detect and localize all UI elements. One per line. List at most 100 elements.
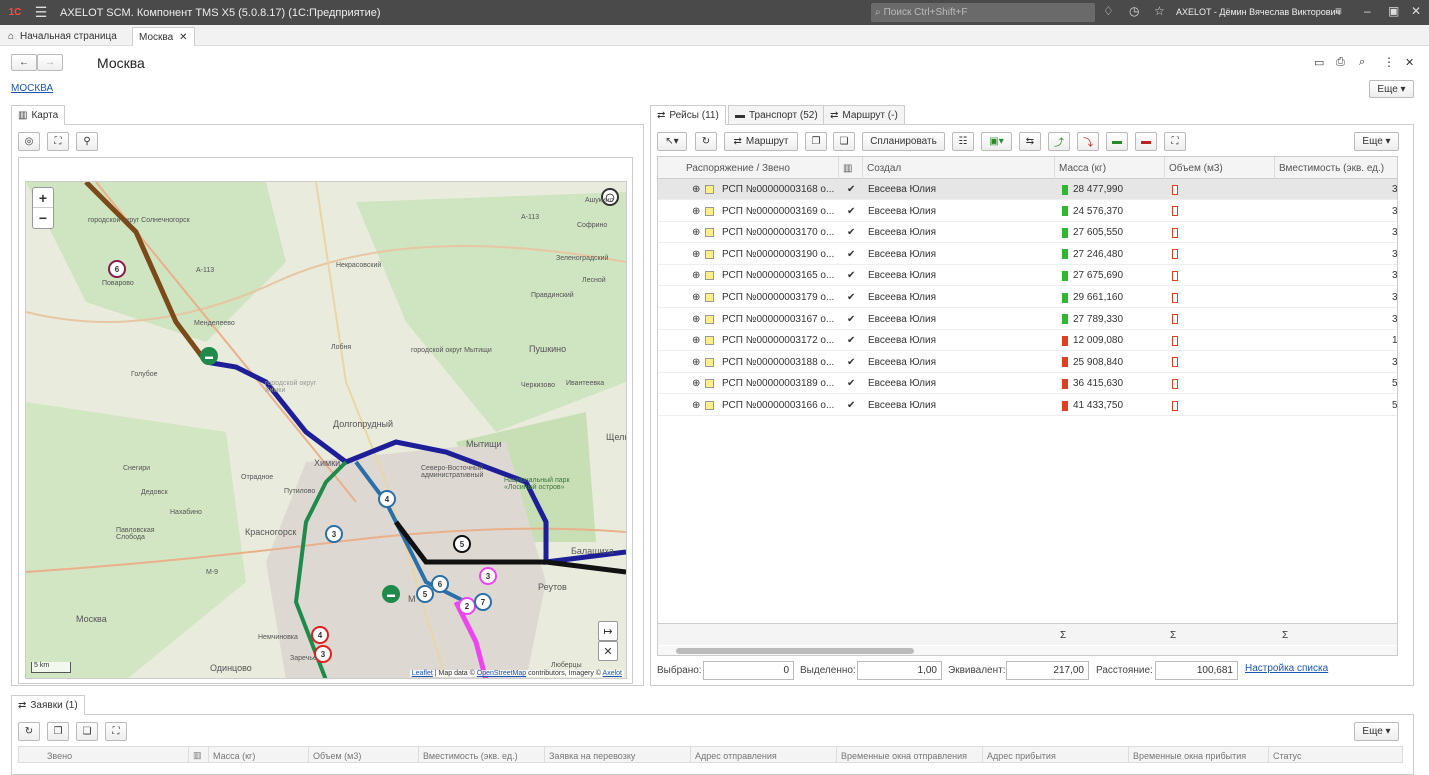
distance-field[interactable]: 100,681 [1155, 661, 1238, 680]
order-cell[interactable]: РСП №00000003172 о... [722, 330, 837, 351]
col-link[interactable]: Звено [43, 747, 189, 762]
col-req-to[interactable]: Адрес прибытия [983, 747, 1129, 762]
order-cell[interactable]: РСП №00000003168 о... [722, 179, 837, 200]
save-icon[interactable]: ▭ [1314, 56, 1324, 69]
trips-table[interactable]: Распоряжение / Звено ▥ Создал Масса (кг)… [657, 156, 1398, 656]
more-button-top[interactable]: Еще ▾ [1369, 80, 1414, 98]
table-row[interactable]: ⊕ РСП №00000003188 о... ✔ Евсеева Юлия 25 90… [658, 352, 1397, 373]
moscow-link[interactable]: МОСКВА [11, 83, 53, 94]
preview-icon[interactable]: ⌕ [1359, 56, 1365, 69]
col-req-volume[interactable]: Объем (м3) [309, 747, 419, 762]
table-row[interactable]: ⊕ РСП №00000003189 о... ✔ Евсеева Юлия 36 41… [658, 373, 1397, 395]
order-cell[interactable]: РСП №00000003167 о... [722, 309, 837, 330]
map-pin[interactable]: 4 [311, 626, 329, 644]
expand-icon[interactable]: ⊕ [692, 265, 700, 286]
order-cell[interactable]: РСП №00000003188 о... [722, 352, 837, 373]
pin-icon[interactable]: ⚲ [76, 132, 98, 151]
expand-requests-icon[interactable]: ⛶ [105, 722, 127, 741]
table-row[interactable]: ⊕ РСП №00000003172 о... ✔ Евсеева Юлия 12 00… [658, 330, 1397, 352]
col-req-mass[interactable]: Масса (кг) [209, 747, 309, 762]
map-pin[interactable]: 6 [108, 260, 126, 278]
table-row[interactable]: ⊕ РСП №00000003169 о... ✔ Евсеева Юлия 24 57… [658, 201, 1397, 222]
map-pin[interactable]: 3 [325, 525, 343, 543]
map-pin[interactable]: 5 [453, 535, 471, 553]
map-pin[interactable]: 4 [378, 490, 396, 508]
tab-route[interactable]: ⇄ Маршрут (-) [823, 105, 905, 125]
restore-icon[interactable]: ▣ [1388, 4, 1399, 18]
order-cell[interactable]: РСП №00000003165 о... [722, 265, 837, 286]
order-cell[interactable]: РСП №00000003166 о... [722, 395, 837, 416]
col-order[interactable]: Распоряжение / Звено [682, 157, 839, 179]
remove-point-icon[interactable]: ⤵ [1077, 132, 1099, 151]
expand-icon[interactable]: ⊕ [692, 244, 700, 265]
expand-icon[interactable]: ⊕ [692, 201, 700, 222]
zoom-in-button[interactable]: + [33, 188, 53, 208]
assign-truck-icon[interactable]: ▬ [1106, 132, 1128, 151]
expand-icon[interactable]: ⊕ [692, 352, 700, 373]
map-col-icon[interactable]: ▥ [189, 747, 209, 762]
print-icon[interactable]: ⎙ [1336, 56, 1345, 69]
col-mass[interactable]: Масса (кг) [1055, 157, 1165, 179]
close-icon[interactable]: ✕ [1411, 4, 1421, 18]
add-dropdown-button[interactable]: ▣▾ [981, 132, 1012, 151]
tab-trips[interactable]: ⇄ Рейсы (11) [650, 105, 726, 125]
expand-icon[interactable]: ⊕ [692, 287, 700, 308]
expand-icon[interactable]: ⊕ [692, 222, 700, 243]
col-req-status[interactable]: Статус [1269, 747, 1402, 762]
list-settings-link[interactable]: Настройка списка [1245, 663, 1328, 674]
duplicate-requests-icon[interactable]: ❏ [76, 722, 98, 741]
table-row[interactable]: ⊕ РСП №00000003167 о... ✔ Евсеева Юлия 27 78… [658, 309, 1397, 330]
global-search[interactable]: ⌕ Поиск Ctrl+Shift+F [871, 3, 1095, 22]
add-point-icon[interactable]: ⤴ [1048, 132, 1070, 151]
tab-home[interactable]: ⌂ Начальная страница [2, 27, 123, 46]
back-button[interactable]: ← [11, 54, 37, 71]
col-capacity[interactable]: Вместимость (экв. ед.) [1275, 157, 1397, 179]
table-row[interactable]: ⊕ РСП №00000003165 о... ✔ Евсеева Юлия 27 67… [658, 265, 1397, 287]
forward-button[interactable]: → [37, 54, 63, 71]
col-req-capacity[interactable]: Вместимость (экв. ед.) [419, 747, 545, 762]
map-pin[interactable]: 7 [474, 593, 492, 611]
col-req-from[interactable]: Адрес отправления [691, 747, 837, 762]
col-req-from-window[interactable]: Временные окна отправления [837, 747, 983, 762]
table-row[interactable]: ⊕ РСП №00000003168 о... ✔ Евсеева Юлия 28 47… [658, 179, 1397, 200]
bell-icon[interactable]: ♢ [1103, 4, 1114, 18]
tab-moscow[interactable]: Москва ✕ [132, 27, 195, 46]
table-row[interactable]: ⊕ РСП №00000003179 о... ✔ Евсеева Юлия 29 66… [658, 287, 1397, 308]
truck-icon[interactable]: ▬ [200, 347, 218, 365]
unassign-truck-icon[interactable]: ▬ [1135, 132, 1157, 151]
order-cell[interactable]: РСП №00000003170 о... [722, 222, 837, 243]
more-button-trips[interactable]: Еще ▾ [1354, 132, 1399, 151]
col-req-order[interactable]: Заявка на перевозку [545, 747, 691, 762]
more-button-requests[interactable]: Еще ▾ [1354, 722, 1399, 741]
route-button[interactable]: ⇄ Маршрут [724, 132, 798, 151]
order-cell[interactable]: РСП №00000003169 о... [722, 201, 837, 222]
expand-icon[interactable]: ⊕ [692, 373, 700, 394]
list-settings-icon[interactable]: ☷ [952, 132, 974, 151]
truck-icon[interactable]: ▬ [382, 585, 400, 603]
order-cell[interactable]: РСП №00000003179 о... [722, 287, 837, 308]
map-pin[interactable]: 3 [479, 567, 497, 585]
expand-icon[interactable]: ⊕ [692, 309, 700, 330]
measure-icon[interactable]: ↦ [598, 621, 618, 641]
star-icon[interactable]: ☆ [1154, 4, 1165, 18]
copy-requests-icon[interactable]: ❐ [47, 722, 69, 741]
expand-icon[interactable]: ⛶ [1164, 132, 1186, 151]
map-canvas[interactable] [26, 182, 627, 679]
order-cell[interactable]: РСП №00000003189 о... [722, 373, 837, 394]
refresh-requests-icon[interactable]: ↻ [18, 722, 40, 741]
col-req-to-window[interactable]: Временные окна прибытия [1129, 747, 1269, 762]
col-creator[interactable]: Создал [863, 157, 1055, 179]
highlighted-field[interactable]: 1,00 [857, 661, 942, 680]
link-route-icon[interactable]: ⇆ [1019, 132, 1041, 151]
tools-dropdown-button[interactable]: ↖▾ [657, 132, 687, 151]
order-cell[interactable]: РСП №00000003190 о... [722, 244, 837, 265]
close-form-icon[interactable]: ✕ [1405, 56, 1414, 69]
equiv-field[interactable]: 217,00 [1006, 661, 1089, 680]
plan-button[interactable]: Спланировать [862, 132, 945, 151]
refresh-icon[interactable]: ↻ [695, 132, 717, 151]
table-row[interactable]: ⊕ РСП №00000003170 о... ✔ Евсеева Юлия 27 60… [658, 222, 1397, 244]
main-menu-icon[interactable]: ☰ [30, 4, 52, 21]
close-tab-icon[interactable]: ✕ [179, 32, 187, 43]
zoom-out-button[interactable]: − [33, 208, 53, 228]
expand-icon[interactable]: ⊕ [692, 179, 700, 200]
